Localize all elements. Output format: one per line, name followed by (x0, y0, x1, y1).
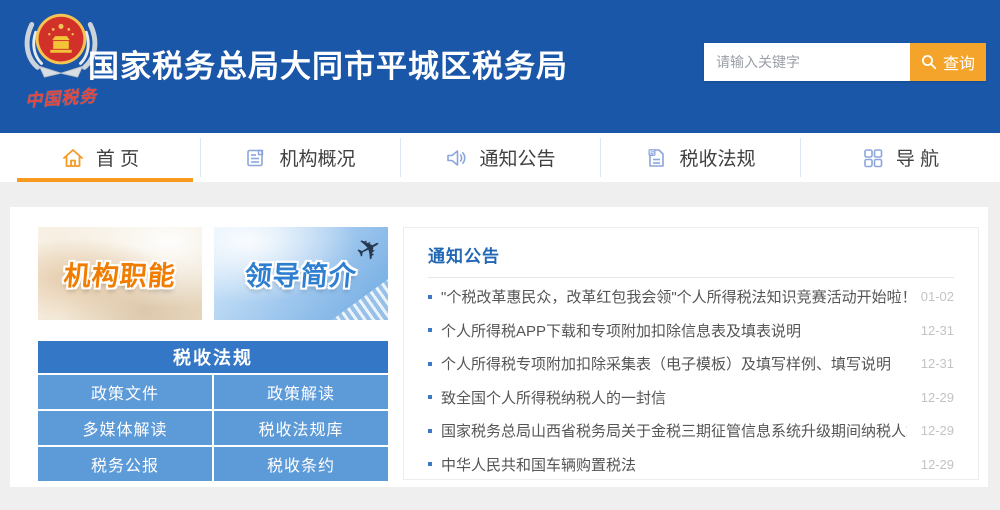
notice-link[interactable]: 中华人民共和国车辆购置税法 (441, 454, 907, 475)
search-icon (921, 55, 937, 70)
notice-link[interactable]: 致全国个人所得税纳税人的一封信 (441, 387, 907, 408)
search-bar: 查询 (704, 43, 986, 81)
reg-link-multimedia[interactable]: 多媒体解读 (38, 411, 212, 445)
grid-icon (864, 148, 883, 167)
bullet-icon (428, 328, 432, 333)
tab-label: 首 页 (95, 149, 140, 170)
reg-link-policy-interpretation[interactable]: 政策解读 (214, 375, 388, 409)
regulations-table-title: 税收法规 (38, 341, 388, 373)
banner-leadership[interactable]: ✈ 领导简介 (214, 227, 388, 320)
main-nav: 首 页 机构概况 通知公告 税 税收法规 导 航 (0, 133, 1000, 182)
tab-label: 税收法规 (679, 149, 756, 170)
notices-title: 通知公告 (428, 247, 500, 266)
notice-link[interactable]: 个人所得税APP下载和专项附加扣除信息表及填表说明 (441, 320, 907, 341)
search-input[interactable] (704, 43, 910, 81)
tax-document-icon: 税 (648, 148, 665, 167)
reg-link-law-library[interactable]: 税收法规库 (214, 411, 388, 445)
list-item: 个人所得税APP下载和专项附加扣除信息表及填表说明 12-31 (428, 314, 954, 348)
tab-home[interactable]: 首 页 (0, 133, 200, 182)
content-card: 机构职能 ✈ 领导简介 税收法规 政策文件 政策解读 多媒体解读 税收法规库 税… (10, 207, 988, 487)
left-column: 机构职能 ✈ 领导简介 税收法规 政策文件 政策解读 多媒体解读 税收法规库 税… (38, 227, 388, 481)
reg-link-tax-treaties[interactable]: 税收条约 (214, 447, 388, 481)
notice-date: 12-29 (920, 456, 954, 472)
notice-date: 12-31 (920, 322, 954, 338)
page: 中国税务 国家税务总局大同市平城区税务局 查询 首 页 (0, 0, 1000, 510)
list-item: 国家税务总局山西省税务局关于金税三期征管信息系统升级期间纳税人端... 12-2… (428, 414, 954, 448)
notice-date: 01-02 (920, 289, 954, 305)
bullet-icon (428, 294, 432, 299)
tab-organization[interactable]: 机构概况 (200, 133, 400, 182)
notices-list: "个税改革惠民众，改革红包我会领"个人所得税法知识竞赛活动开始啦！ 01-02 … (428, 280, 954, 481)
banner-label: 机构职能 (62, 261, 178, 291)
notice-link[interactable]: "个税改革惠民众，改革红包我会领"个人所得税法知识竞赛活动开始啦！ (441, 286, 907, 307)
document-icon (247, 149, 264, 166)
site-title: 国家税务总局大同市平城区税务局 (88, 49, 568, 84)
notices-panel: 通知公告 "个税改革惠民众，改革红包我会领"个人所得税法知识竞赛活动开始啦！ 0… (403, 227, 979, 480)
notice-link[interactable]: 个人所得税专项附加扣除采集表（电子模板）及填写样例、填写说明 (441, 353, 907, 374)
bullet-icon (428, 462, 432, 467)
tab-notices[interactable]: 通知公告 (400, 133, 600, 182)
bullet-icon (428, 428, 432, 433)
list-item: 个人所得税专项附加扣除采集表（电子模板）及填写样例、填写说明 12-31 (428, 347, 954, 381)
bullet-icon (428, 361, 432, 366)
home-icon (62, 148, 83, 167)
tab-label: 导 航 (895, 149, 940, 170)
svg-text:税: 税 (650, 148, 656, 156)
reg-link-policy-documents[interactable]: 政策文件 (38, 375, 212, 409)
notice-date: 12-29 (920, 389, 954, 405)
tab-sitemap[interactable]: 导 航 (800, 133, 1000, 182)
divider (428, 277, 954, 278)
list-item: 致全国个人所得税纳税人的一封信 12-29 (428, 381, 954, 415)
tab-label: 通知公告 (479, 149, 556, 170)
speaker-icon (447, 149, 466, 166)
tab-label: 机构概况 (279, 149, 356, 170)
banner-label: 领导简介 (243, 261, 359, 291)
bullet-icon (428, 395, 432, 400)
search-button-label: 查询 (942, 56, 975, 73)
site-header: 中国税务 国家税务总局大同市平城区税务局 查询 (0, 0, 1000, 133)
notice-date: 12-29 (920, 423, 954, 439)
reg-link-tax-gazette[interactable]: 税务公报 (38, 447, 212, 481)
list-item: 中华人民共和国车辆购置税法 12-29 (428, 448, 954, 482)
list-item: "个税改革惠民众，改革红包我会领"个人所得税法知识竞赛活动开始啦！ 01-02 (428, 280, 954, 314)
regulations-table: 税收法规 政策文件 政策解读 多媒体解读 税收法规库 税务公报 税收条约 (38, 341, 388, 481)
notice-date: 12-31 (920, 356, 954, 372)
search-button[interactable]: 查询 (910, 43, 986, 81)
banner-org-functions[interactable]: 机构职能 (38, 227, 202, 320)
tab-regulations[interactable]: 税 税收法规 (600, 133, 800, 182)
notice-link[interactable]: 国家税务总局山西省税务局关于金税三期征管信息系统升级期间纳税人端... (441, 420, 907, 441)
